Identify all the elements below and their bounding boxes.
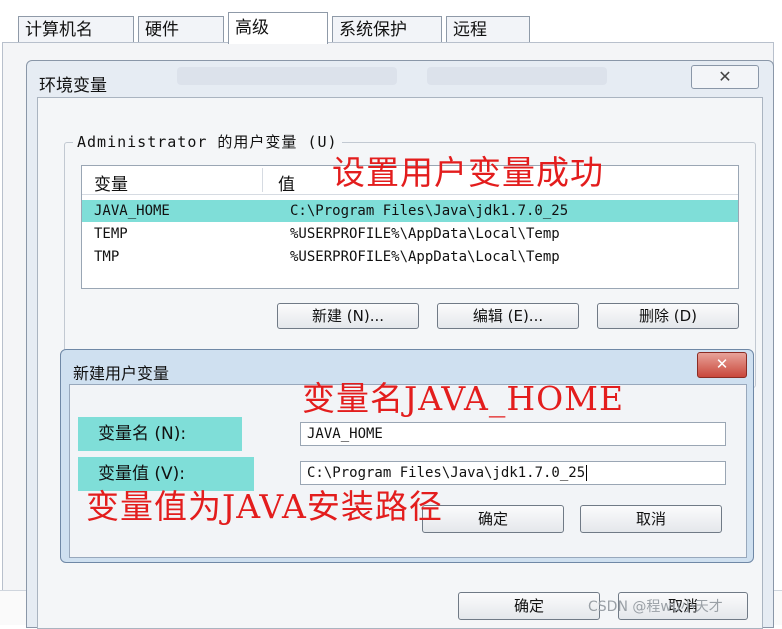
row-name: TMP (94, 249, 120, 265)
annotation-variable-name: 变量名JAVA_HOME (302, 379, 625, 418)
variable-name-label: 变量名 (N): (78, 417, 242, 451)
new-cancel-button[interactable]: 取消 (580, 505, 722, 533)
text-cursor (586, 465, 588, 481)
table-row-java-home[interactable]: JAVA_HOME C:\Program Files\Java\jdk1.7.0… (82, 200, 738, 222)
edit-variable-button[interactable]: 编辑 (E)... (437, 303, 579, 329)
delete-variable-button[interactable]: 删除 (D) (597, 303, 739, 329)
new-ok-button[interactable]: 确定 (422, 505, 564, 533)
annotation-success: 设置用户变量成功 (332, 153, 604, 192)
column-separator[interactable] (262, 168, 263, 192)
row-value: %USERPROFILE%\AppData\Local\Temp (290, 249, 560, 265)
watermark: CSDN @程wu小天才 (588, 599, 723, 615)
tab-computer-name[interactable]: 计算机名 (18, 16, 134, 42)
tab-advanced[interactable]: 高级 (228, 12, 328, 44)
tab-remote[interactable]: 远程 (446, 16, 530, 42)
row-value: %USERPROFILE%\AppData\Local\Temp (290, 226, 560, 242)
variable-value-text: C:\Program Files\Java\jdk1.7.0_25 (307, 465, 586, 481)
column-header-variable[interactable]: 变量 (94, 170, 128, 195)
row-name: TEMP (94, 226, 128, 242)
dialog-title: 环境变量 (39, 76, 107, 96)
user-variables-label: Administrator 的用户变量 (U) (73, 131, 342, 152)
column-header-value[interactable]: 值 (278, 170, 295, 195)
tab-hardware[interactable]: 硬件 (138, 16, 224, 42)
variable-name-input[interactable]: JAVA_HOME (300, 422, 726, 446)
new-dialog-title: 新建用户变量 (73, 364, 170, 383)
blurred-title-area-2 (427, 67, 607, 85)
table-row-tmp[interactable]: TMP %USERPROFILE%\AppData\Local\Temp (82, 246, 738, 268)
blurred-title-area (177, 67, 397, 85)
row-name: JAVA_HOME (94, 203, 170, 219)
row-value: C:\Program Files\Java\jdk1.7.0_25 (290, 203, 569, 219)
close-icon[interactable]: ✕ (697, 352, 747, 378)
annotation-variable-value: 变量值为JAVA安装路径 (86, 487, 443, 526)
new-variable-button[interactable]: 新建 (N)... (277, 303, 419, 329)
tab-system-protection[interactable]: 系统保护 (332, 16, 442, 42)
close-icon[interactable]: ✕ (691, 65, 759, 89)
table-row-temp[interactable]: TEMP %USERPROFILE%\AppData\Local\Temp (82, 223, 738, 245)
ok-button[interactable]: 确定 (458, 592, 600, 620)
